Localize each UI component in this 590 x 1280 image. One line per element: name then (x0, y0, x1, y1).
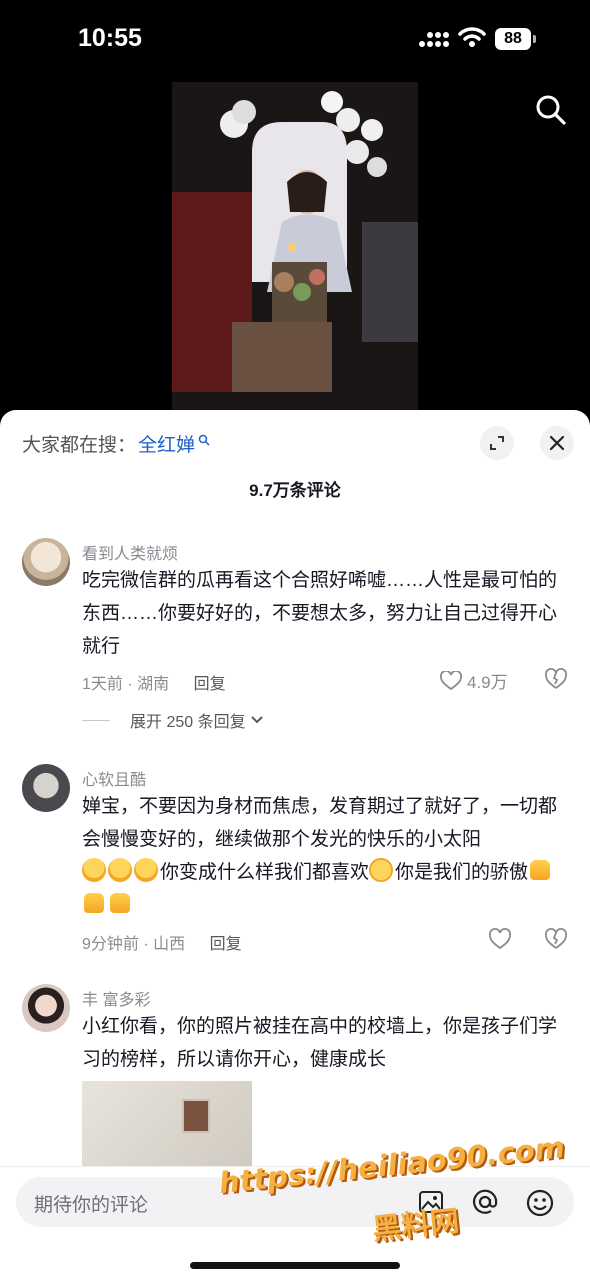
comment-meta: 1天前 · 湖南 回复 (82, 670, 226, 694)
hug-emoji-icon (108, 858, 132, 882)
comment-time-location: 1天前 · 湖南 (82, 676, 170, 693)
battery-level: 88 (495, 28, 531, 50)
hug-emoji-icon (82, 858, 106, 882)
divider (82, 719, 110, 721)
expand-replies-label: 展开 250 条回复 (130, 714, 246, 731)
video-frame-image (172, 82, 418, 412)
expand-replies-button[interactable]: 展开 250 条回复 (82, 708, 264, 732)
comment-time-location: 9分钟前 · 山西 (82, 936, 186, 953)
comment-meta: 9分钟前 · 山西 回复 (82, 930, 242, 954)
like-count: 4.9万 (467, 673, 508, 692)
comment-text: 小红你看，你的照片被挂在高中的校墙上，你是孩子们学习的榜样，所以请你开心，健康成… (82, 1016, 558, 1070)
status-bar: 10:55 88 (0, 0, 590, 80)
comment-item: 心软且酷 婵宝，不要因为身材而焦虑，发育期过了就好了，一切都会慢慢变好的，继续做… (0, 762, 590, 962)
comment-username[interactable]: 丰 富多彩 (82, 986, 150, 1010)
comment-count: 9.7万条评论 (249, 481, 341, 500)
thumbs-up-emoji-icon (82, 891, 106, 915)
battery-indicator: 88 (495, 28, 537, 50)
broken-heart-icon[interactable] (544, 928, 568, 950)
comment-username[interactable]: 心软且酷 (82, 766, 146, 790)
photo-frame (182, 1099, 210, 1133)
comment-text-part: 你是我们的骄傲 (395, 862, 529, 883)
avatar[interactable] (22, 538, 70, 586)
cellular-signal-icon (419, 32, 449, 47)
like-button[interactable]: 4.9万 (440, 668, 508, 693)
wifi-icon (458, 27, 486, 47)
expand-icon (490, 436, 504, 450)
search-icon (198, 434, 210, 446)
broken-heart-icon[interactable] (544, 668, 568, 690)
comment-text-part: 婵宝，不要因为身材而焦虑，发育期过了就好了，一切都会慢慢变好的，继续做那个发光的… (82, 796, 558, 850)
trending-search[interactable]: 大家都在搜： 全红婵 (22, 430, 210, 457)
heart-eyes-emoji-icon (369, 858, 394, 882)
close-icon (549, 435, 565, 451)
heart-icon[interactable] (488, 928, 512, 950)
clock: 10:55 (78, 24, 142, 52)
smiley-icon[interactable] (526, 1189, 554, 1217)
comment-text-part: 你变成什么样我们都喜欢 (160, 862, 370, 883)
expand-button[interactable] (480, 426, 514, 460)
comment-text: 吃完微信群的瓜再看这个合照好唏嘘……人性是最可怕的东西……你要好好的，不要想太多… (82, 570, 558, 657)
chevron-down-icon (250, 716, 263, 724)
reply-button[interactable]: 回复 (194, 676, 226, 693)
thumbs-up-emoji-icon (528, 858, 552, 882)
hug-emoji-icon (134, 858, 158, 882)
search-icon[interactable] (535, 94, 567, 126)
home-indicator[interactable] (190, 1262, 400, 1269)
comment-input-placeholder: 期待你的评论 (34, 1195, 149, 1216)
heart-icon (440, 670, 462, 690)
reply-button[interactable]: 回复 (210, 936, 242, 953)
video-preview[interactable] (172, 82, 418, 412)
avatar[interactable] (22, 764, 70, 812)
avatar[interactable] (22, 984, 70, 1032)
trending-search-keyword[interactable]: 全红婵 (138, 430, 195, 457)
thumbs-up-emoji-icon (108, 891, 132, 915)
comment-item: 看到人类就烦 吃完微信群的瓜再看这个合照好唏嘘……人性是最可怕的东西……你要好好… (0, 536, 590, 736)
comment-image[interactable] (82, 1081, 252, 1167)
comment-username[interactable]: 看到人类就烦 (82, 540, 178, 564)
at-icon[interactable] (472, 1189, 498, 1215)
close-button[interactable] (540, 426, 574, 460)
trending-search-label: 大家都在搜： (22, 435, 137, 456)
comment-text: 婵宝，不要因为身材而焦虑，发育期过了就好了，一切都会慢慢变好的，继续做那个发光的… (82, 790, 562, 922)
